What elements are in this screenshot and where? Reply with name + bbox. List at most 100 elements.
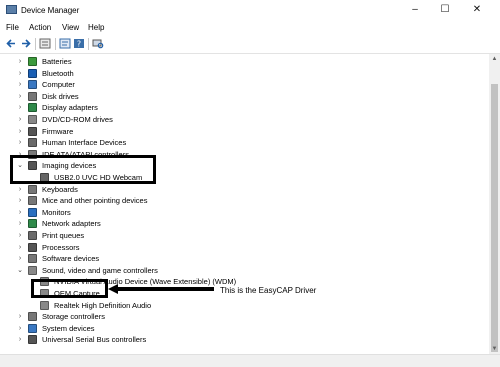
- menu-view[interactable]: View: [62, 23, 79, 32]
- processor-icon: [28, 242, 37, 252]
- collapsed-chevron-icon[interactable]: ›: [16, 242, 24, 253]
- disk-drive-icon: [28, 91, 37, 101]
- device-tree-label: Human Interface Devices: [42, 138, 127, 148]
- scroll-up-icon[interactable]: ▲: [489, 54, 500, 64]
- collapsed-chevron-icon[interactable]: ›: [16, 218, 24, 229]
- device-tree-category-row[interactable]: › Display adapters: [0, 102, 489, 113]
- menu-help[interactable]: Help: [88, 23, 104, 32]
- device-tree-category-row[interactable]: › DVD/CD-ROM drives: [0, 114, 489, 125]
- device-tree-label: Universal Serial Bus controllers: [42, 335, 147, 345]
- scrollbar-thumb[interactable]: [491, 84, 498, 352]
- title-bar: Device Manager – ☐ ✕: [0, 0, 500, 20]
- device-tree-label: DVD/CD-ROM drives: [42, 115, 113, 124]
- collapsed-chevron-icon[interactable]: ›: [16, 114, 24, 125]
- menu-file[interactable]: File: [6, 23, 19, 32]
- device-tree-label: Disk drives: [42, 91, 79, 101]
- scan-hardware-icon[interactable]: [92, 38, 104, 49]
- device-tree-label: Computer: [42, 80, 75, 90]
- toolbar-separator: [55, 38, 56, 50]
- device-tree-label: Realtek High Definition Audio: [54, 300, 152, 310]
- help-icon[interactable]: ?: [73, 38, 85, 49]
- svg-text:?: ?: [77, 40, 81, 49]
- vertical-scrollbar[interactable]: ▲ ▼: [489, 54, 500, 354]
- collapsed-chevron-icon[interactable]: ›: [16, 91, 24, 102]
- scroll-down-icon[interactable]: ▼: [489, 344, 500, 354]
- minimize-button[interactable]: –: [400, 2, 430, 18]
- menu-action[interactable]: Action: [29, 23, 51, 32]
- device-tree-category-row[interactable]: › Disk drives: [0, 91, 489, 102]
- annotation-text: This is the EasyCAP Driver: [220, 286, 317, 295]
- close-button[interactable]: ✕: [462, 2, 492, 18]
- audio-device-icon: [40, 300, 49, 310]
- device-tree-label: System devices: [42, 323, 95, 333]
- collapsed-chevron-icon[interactable]: ›: [16, 323, 24, 334]
- forward-icon[interactable]: [20, 38, 32, 49]
- device-tree-category-row[interactable]: › Mice and other pointing devices: [0, 195, 489, 206]
- expanded-chevron-icon[interactable]: ⌄: [16, 265, 24, 276]
- device-tree-category-row[interactable]: › Network adapters: [0, 218, 489, 229]
- device-tree-category-row[interactable]: › Storage controllers: [0, 311, 489, 322]
- device-tree-label: Display adapters: [42, 103, 98, 113]
- dvd-drive-icon: [28, 115, 37, 124]
- collapsed-chevron-icon[interactable]: ›: [16, 230, 24, 241]
- maximize-button[interactable]: ☐: [430, 2, 460, 18]
- printer-icon: [28, 231, 37, 240]
- device-tree-label: Bluetooth: [42, 68, 74, 78]
- device-tree-category-row[interactable]: › Software devices: [0, 253, 489, 264]
- collapsed-chevron-icon[interactable]: ›: [16, 68, 24, 79]
- collapsed-chevron-icon[interactable]: ›: [16, 184, 24, 195]
- collapsed-chevron-icon[interactable]: ›: [16, 56, 24, 67]
- bluetooth-icon: [28, 68, 37, 78]
- menu-bar: File Action View Help: [0, 20, 500, 35]
- display-adapter-icon: [28, 103, 37, 113]
- back-icon[interactable]: [5, 38, 17, 49]
- collapsed-chevron-icon[interactable]: ›: [16, 207, 24, 218]
- device-tree-label: Monitors: [42, 207, 71, 217]
- device-tree: › Batteries › Bluetooth › Computer › Disk drive…: [0, 54, 489, 354]
- device-tree-category-row[interactable]: › Keyboards: [0, 184, 489, 195]
- device-tree-child-row[interactable]: Realtek High Definition Audio: [0, 300, 489, 311]
- device-list-icon[interactable]: [39, 38, 51, 49]
- status-bar: [0, 354, 500, 367]
- collapsed-chevron-icon[interactable]: ›: [16, 126, 24, 137]
- device-tree-label: Mice and other pointing devices: [42, 196, 148, 206]
- device-tree-category-row[interactable]: › Computer: [0, 79, 489, 90]
- toolbar-separator: [35, 38, 36, 50]
- device-tree-category-row[interactable]: › Human Interface Devices: [0, 137, 489, 148]
- collapsed-chevron-icon[interactable]: ›: [16, 102, 24, 113]
- device-tree-category-row[interactable]: ⌄ Sound, video and game controllers: [0, 265, 489, 276]
- storage-controller-icon: [28, 312, 37, 322]
- collapsed-chevron-icon[interactable]: ›: [16, 311, 24, 322]
- device-tree-label: Network adapters: [42, 219, 101, 229]
- device-tree-category-row[interactable]: › Batteries: [0, 56, 489, 67]
- toolbar-separator: [88, 38, 89, 50]
- usb-icon: [28, 335, 37, 345]
- collapsed-chevron-icon[interactable]: ›: [16, 253, 24, 264]
- device-tree-category-row[interactable]: › Universal Serial Bus controllers: [0, 334, 489, 345]
- device-tree-category-row[interactable]: › Print queues: [0, 230, 489, 241]
- annotation-arrow: [108, 284, 214, 294]
- device-tree-label: Software devices: [42, 254, 100, 264]
- firmware-icon: [28, 126, 37, 136]
- imaging-devices-callout-box: [10, 155, 156, 184]
- computer-icon: [28, 80, 37, 90]
- device-tree-category-row[interactable]: › Processors: [0, 242, 489, 253]
- battery-icon: [28, 57, 37, 66]
- device-tree-category-row[interactable]: › Bluetooth: [0, 68, 489, 79]
- collapsed-chevron-icon[interactable]: ›: [16, 137, 24, 148]
- window-title: Device Manager: [21, 6, 80, 15]
- monitor-icon: [28, 207, 37, 217]
- collapsed-chevron-icon[interactable]: ›: [16, 195, 24, 206]
- properties-icon[interactable]: [59, 38, 71, 49]
- collapsed-chevron-icon[interactable]: ›: [16, 334, 24, 345]
- device-tree-category-row[interactable]: › Monitors: [0, 207, 489, 218]
- device-tree-category-row[interactable]: › Firmware: [0, 126, 489, 137]
- sound-icon: [28, 265, 37, 275]
- device-tree-label: Firmware: [42, 126, 74, 136]
- device-tree-category-row[interactable]: › System devices: [0, 323, 489, 334]
- collapsed-chevron-icon[interactable]: ›: [16, 79, 24, 90]
- hid-icon: [28, 138, 37, 148]
- device-tree-label: Processors: [42, 242, 80, 252]
- device-tree-label: Sound, video and game controllers: [42, 265, 158, 275]
- network-adapter-icon: [28, 219, 37, 229]
